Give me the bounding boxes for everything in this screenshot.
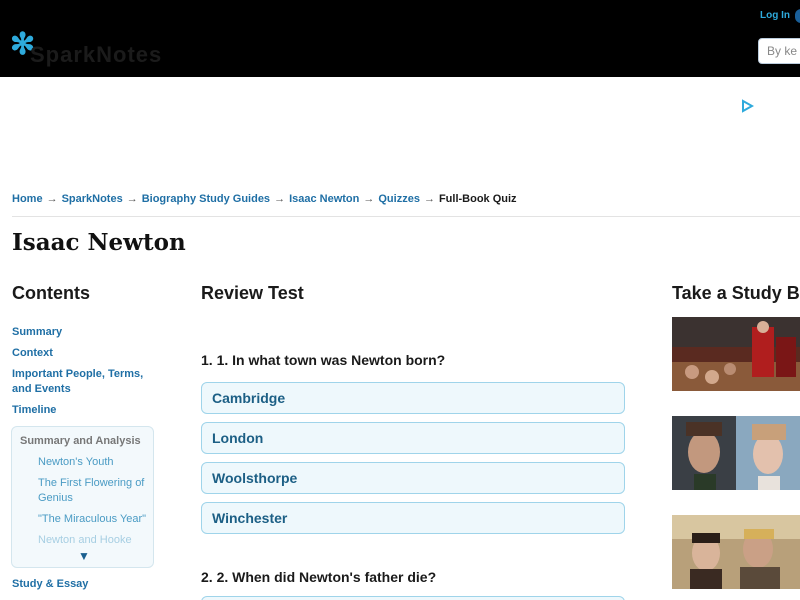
ad-choices-icon[interactable] [740, 99, 754, 113]
breadcrumb-sparknotes[interactable]: SparkNotes [62, 193, 123, 205]
answer-option[interactable]: London [201, 422, 625, 454]
breadcrumb-home[interactable]: Home [12, 193, 43, 205]
breadcrumb-arrow-icon: → [423, 193, 435, 205]
sidebar-link-timeline[interactable]: Timeline [12, 403, 152, 418]
study-break-thumbnail-1[interactable] [672, 317, 800, 391]
sidebar-link-important-people[interactable]: Important People, Terms, and Events [12, 367, 152, 397]
answer-option[interactable]: Cambridge [201, 382, 625, 414]
breadcrumb-quizzes[interactable]: Quizzes [378, 193, 420, 205]
answer-option[interactable]: Woolsthorpe [201, 462, 625, 494]
summary-analysis-panel[interactable]: Summary and Analysis Newton's Youth The … [11, 426, 154, 568]
breadcrumb-arrow-icon: → [126, 193, 138, 205]
breadcrumb-arrow-icon: → [363, 193, 375, 205]
page-title: Isaac Newton [12, 229, 186, 256]
question-1: 1. 1. In what town was Newton born? [201, 352, 446, 368]
sa-item-newton-and-hooke[interactable]: Newton and Hooke [38, 533, 150, 548]
answer-option-partial[interactable] [201, 596, 625, 600]
breadcrumb-divider [12, 216, 800, 217]
answer-option[interactable]: Winchester [201, 502, 625, 534]
sa-item-newtons-youth[interactable]: Newton's Youth [38, 455, 150, 470]
scroll-down-icon[interactable]: ▼ [78, 549, 90, 563]
sidebar-link-summary[interactable]: Summary [12, 325, 152, 340]
account-icon[interactable] [795, 9, 800, 23]
breadcrumb-biography-study-guides[interactable]: Biography Study Guides [142, 193, 270, 205]
review-test-heading: Review Test [201, 283, 304, 303]
contents-heading: Contents [12, 283, 90, 303]
site-logo-text[interactable]: SparkNotes [30, 42, 162, 68]
site-header: ✻ SparkNotes Log In By ke [0, 0, 800, 77]
study-break-thumbnail-3[interactable] [672, 515, 800, 589]
login-link[interactable]: Log In [760, 10, 790, 21]
summary-analysis-title[interactable]: Summary and Analysis [20, 435, 141, 447]
breadcrumb-isaac-newton[interactable]: Isaac Newton [289, 193, 359, 205]
breadcrumb-arrow-icon: → [46, 193, 58, 205]
sidebar-link-context[interactable]: Context [12, 346, 152, 361]
study-break-heading: Take a Study Break [672, 283, 800, 303]
breadcrumb-arrow-icon: → [274, 193, 286, 205]
sa-item-first-flowering[interactable]: The First Flowering of Genius [38, 476, 150, 506]
breadcrumb: Home → SparkNotes → Biography Study Guides → I… [12, 193, 517, 205]
breadcrumb-full-book-quiz: Full-Book Quiz [438, 193, 517, 205]
sa-item-miraculous-year[interactable]: "The Miraculous Year" [38, 512, 150, 527]
study-break-thumbnail-2[interactable] [672, 416, 800, 490]
search-input[interactable]: By ke [758, 38, 800, 64]
question-2: 2. 2. When did Newton's father die? [201, 569, 437, 585]
sidebar-link-study-essay[interactable]: Study & Essay [12, 577, 152, 592]
